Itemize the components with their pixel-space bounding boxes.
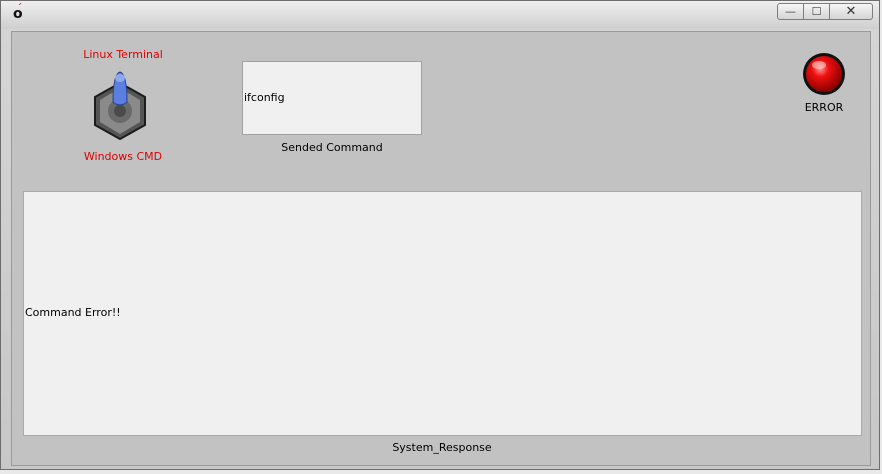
- command-value: ifconfig: [244, 91, 285, 104]
- maximize-button[interactable]: ☐: [804, 3, 830, 20]
- title-bar[interactable]: o ´ — ☐ ✕: [1, 1, 879, 29]
- response-text: Command Error!!: [25, 306, 121, 319]
- status-led-icon: [803, 53, 845, 95]
- main-panel: Linux Terminal Windows CMD ifconfig Send…: [11, 31, 871, 466]
- app-icon: o ´: [13, 3, 23, 22]
- window-controls: — ☐ ✕: [777, 3, 873, 20]
- response-output: Command Error!!: [23, 191, 862, 436]
- status-label: ERROR: [804, 101, 844, 114]
- app-window: o ´ — ☐ ✕ Linux Terminal Windows CMD ifco…: [0, 0, 880, 470]
- close-button[interactable]: ✕: [830, 3, 873, 20]
- command-input[interactable]: ifconfig: [242, 61, 422, 135]
- response-caption: System_Response: [392, 441, 492, 454]
- toggle-bottom-label: Windows CMD: [83, 150, 163, 163]
- toggle-top-label: Linux Terminal: [83, 48, 163, 61]
- command-caption: Sended Command: [281, 141, 383, 154]
- toggle-switch-icon[interactable]: [90, 70, 150, 140]
- minimize-button[interactable]: —: [777, 3, 804, 20]
